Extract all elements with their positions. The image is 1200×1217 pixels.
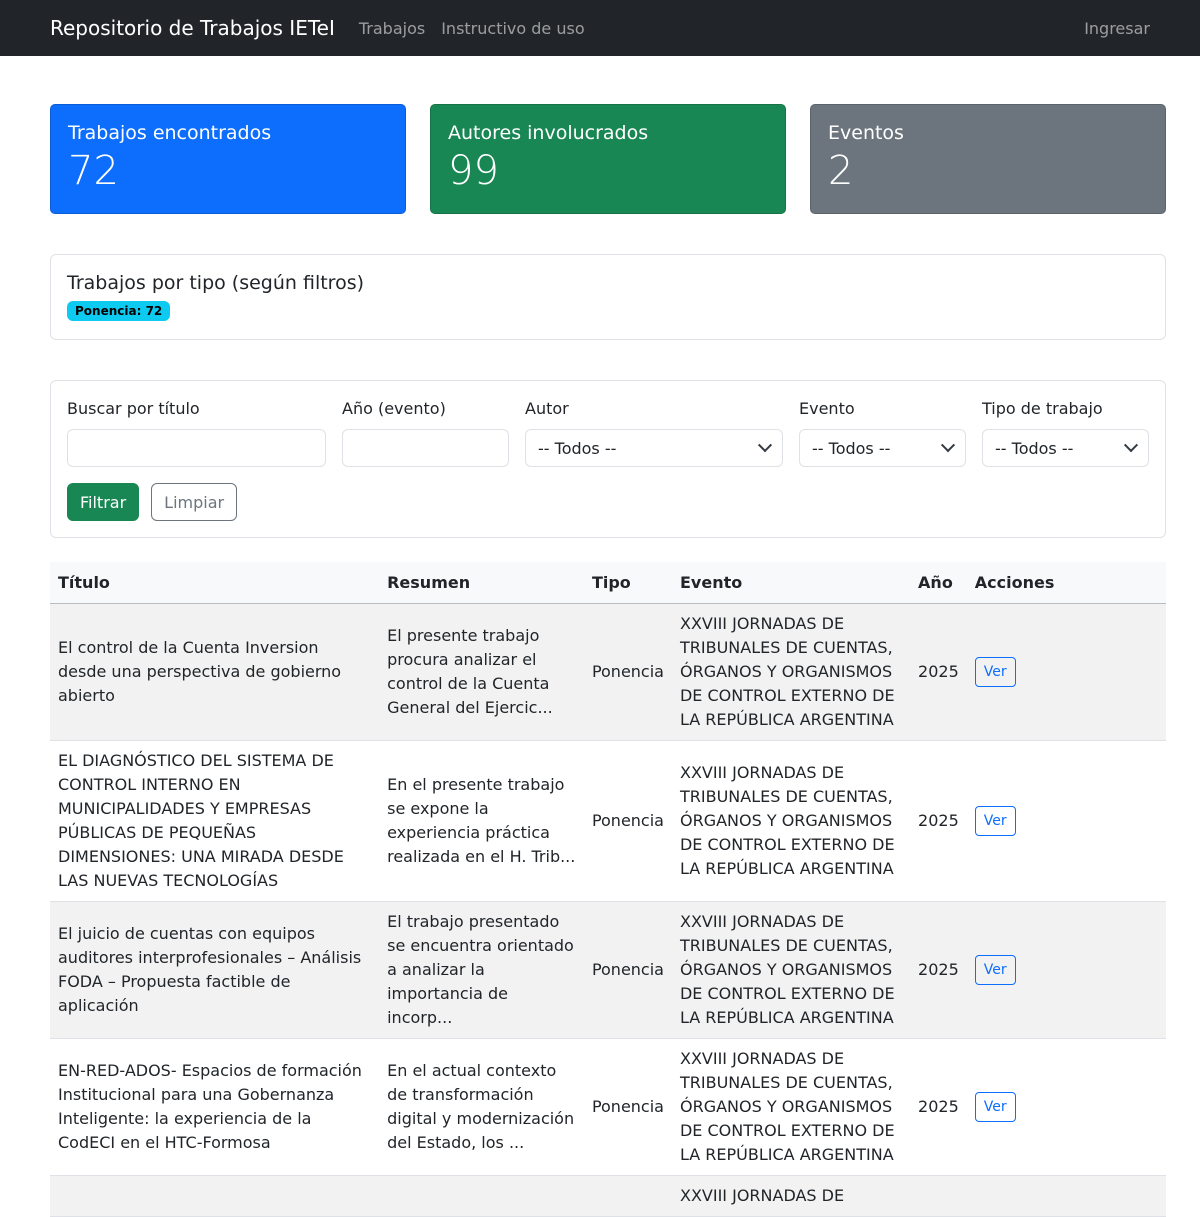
stat-title: Eventos <box>828 122 904 144</box>
chevron-down-icon <box>757 438 773 453</box>
types-card: Trabajos por tipo (según filtros) Ponenc… <box>50 254 1166 340</box>
chevron-down-icon <box>1123 438 1139 453</box>
author-filter: Autor -- Todos -- <box>525 397 783 467</box>
author-filter-label: Autor <box>525 399 569 418</box>
row-type <box>583 1175 672 1217</box>
column-header-evento: Evento <box>671 562 911 604</box>
view-button[interactable]: Ver <box>974 1091 1016 1122</box>
login-link[interactable]: Ingresar <box>1084 19 1150 38</box>
row-event: XXVIII JORNADAS DE TRIBUNALES DE CUENTAS… <box>671 1038 911 1176</box>
stat-title: Trabajos encontrados <box>68 122 272 144</box>
column-header-resumen: Resumen <box>379 562 584 604</box>
table-row: El control de la Cuenta Inversion desde … <box>50 603 1166 741</box>
row-summary: El trabajo presentado se encuentra orien… <box>379 901 584 1039</box>
type-badge-ponencia: Ponencia: 72 <box>67 301 171 321</box>
row-title: EL DIAGNÓSTICO DEL SISTEMA DE CONTROL IN… <box>50 740 380 902</box>
filter-button[interactable]: Filtrar <box>67 483 140 521</box>
row-event: XXVIII JORNADAS DE TRIBUNALES DE CUENTAS… <box>671 901 911 1039</box>
year-filter-label: Año (evento) <box>342 399 446 418</box>
row-actions: Ver <box>966 901 1166 1039</box>
filter-buttons: Filtrar Limpiar <box>67 483 1149 521</box>
stat-card-eventos: Eventos 2 <box>810 104 1166 214</box>
row-title: El juicio de cuentas con equipos auditor… <box>50 901 380 1039</box>
view-button[interactable]: Ver <box>974 656 1016 687</box>
table-row: EN-RED-ADOS- Espacios de formación Insti… <box>50 1038 1166 1176</box>
type-select-value: -- Todos -- <box>995 438 1074 458</box>
type-filter: Tipo de trabajo -- Todos -- <box>982 397 1149 467</box>
main-container: Trabajos encontrados 72 Autores involucr… <box>0 104 1200 1217</box>
top-navbar: Repositorio de Trabajos IETeI Trabajos I… <box>0 0 1200 56</box>
column-header-titulo: Título <box>50 562 380 604</box>
stat-value: 2 <box>828 148 854 194</box>
stat-value: 99 <box>448 148 499 194</box>
stat-title: Autores involucrados <box>448 122 649 144</box>
row-year: 2025 <box>910 901 967 1039</box>
stat-card-autores: Autores involucrados 99 <box>430 104 786 214</box>
row-summary: En el actual contexto de transformación … <box>379 1038 584 1176</box>
event-select[interactable]: -- Todos -- <box>799 429 966 467</box>
row-type: Ponencia <box>583 740 672 902</box>
row-actions: Ver <box>966 1038 1166 1176</box>
row-actions: Ver <box>966 740 1166 902</box>
filter-row: Buscar por título Año (evento) Autor -- … <box>67 397 1149 467</box>
row-event: XXVIII JORNADAS DE TRIBUNALES DE CUENTAS… <box>671 740 911 902</box>
event-filter-label: Evento <box>799 399 855 418</box>
title-filter-label: Buscar por título <box>67 399 200 418</box>
author-select-value: -- Todos -- <box>538 438 617 458</box>
row-actions: Ver <box>966 603 1166 741</box>
title-search-input[interactable] <box>67 429 326 467</box>
stat-value: 72 <box>68 148 119 194</box>
row-summary <box>379 1175 584 1217</box>
column-header-tipo: Tipo <box>583 562 672 604</box>
row-event: XXVIII JORNADAS DE TRIBUNALES DE CUENTAS… <box>671 603 911 741</box>
chevron-down-icon <box>940 438 956 453</box>
row-actions <box>966 1175 1166 1217</box>
nav-link-trabajos[interactable]: Trabajos <box>359 19 425 38</box>
column-header-ano: Año <box>910 562 967 604</box>
row-year <box>910 1175 967 1217</box>
table-row: EL DIAGNÓSTICO DEL SISTEMA DE CONTROL IN… <box>50 740 1166 902</box>
row-summary: El presente trabajo procura analizar el … <box>379 603 584 741</box>
works-table: Título Resumen Tipo Evento Año Acciones … <box>50 562 1166 1217</box>
row-title <box>50 1175 380 1217</box>
column-header-acciones: Acciones <box>966 562 1166 604</box>
type-filter-label: Tipo de trabajo <box>982 399 1103 418</box>
view-button[interactable]: Ver <box>974 805 1016 836</box>
row-type: Ponencia <box>583 901 672 1039</box>
stat-card-trabajos: Trabajos encontrados 72 <box>50 104 406 214</box>
author-select[interactable]: -- Todos -- <box>525 429 783 467</box>
row-type: Ponencia <box>583 603 672 741</box>
type-select[interactable]: -- Todos -- <box>982 429 1149 467</box>
filter-card: Buscar por título Año (evento) Autor -- … <box>50 380 1166 538</box>
nav-link-instructivo[interactable]: Instructivo de uso <box>441 19 584 38</box>
year-input[interactable] <box>342 429 509 467</box>
year-filter: Año (evento) <box>342 397 509 467</box>
event-filter: Evento -- Todos -- <box>799 397 966 467</box>
stats-row: Trabajos encontrados 72 Autores involucr… <box>50 104 1166 214</box>
row-event: XXVIII JORNADAS DE <box>671 1175 911 1217</box>
view-button[interactable]: Ver <box>974 954 1016 985</box>
clear-button[interactable]: Limpiar <box>151 483 238 521</box>
row-summary: En el presente trabajo se expone la expe… <box>379 740 584 902</box>
event-select-value: -- Todos -- <box>812 438 891 458</box>
row-title: EN-RED-ADOS- Espacios de formación Insti… <box>50 1038 380 1176</box>
row-title: El control de la Cuenta Inversion desde … <box>50 603 380 741</box>
row-type: Ponencia <box>583 1038 672 1176</box>
title-filter: Buscar por título <box>67 397 326 467</box>
row-year: 2025 <box>910 1038 967 1176</box>
table-row: El juicio de cuentas con equipos auditor… <box>50 901 1166 1039</box>
row-year: 2025 <box>910 603 967 741</box>
table-header: Título Resumen Tipo Evento Año Acciones <box>50 562 1166 604</box>
row-year: 2025 <box>910 740 967 902</box>
table-row: XXVIII JORNADAS DE <box>50 1175 1166 1217</box>
types-title: Trabajos por tipo (según filtros) <box>67 272 365 294</box>
brand-link[interactable]: Repositorio de Trabajos IETeI <box>50 16 335 40</box>
